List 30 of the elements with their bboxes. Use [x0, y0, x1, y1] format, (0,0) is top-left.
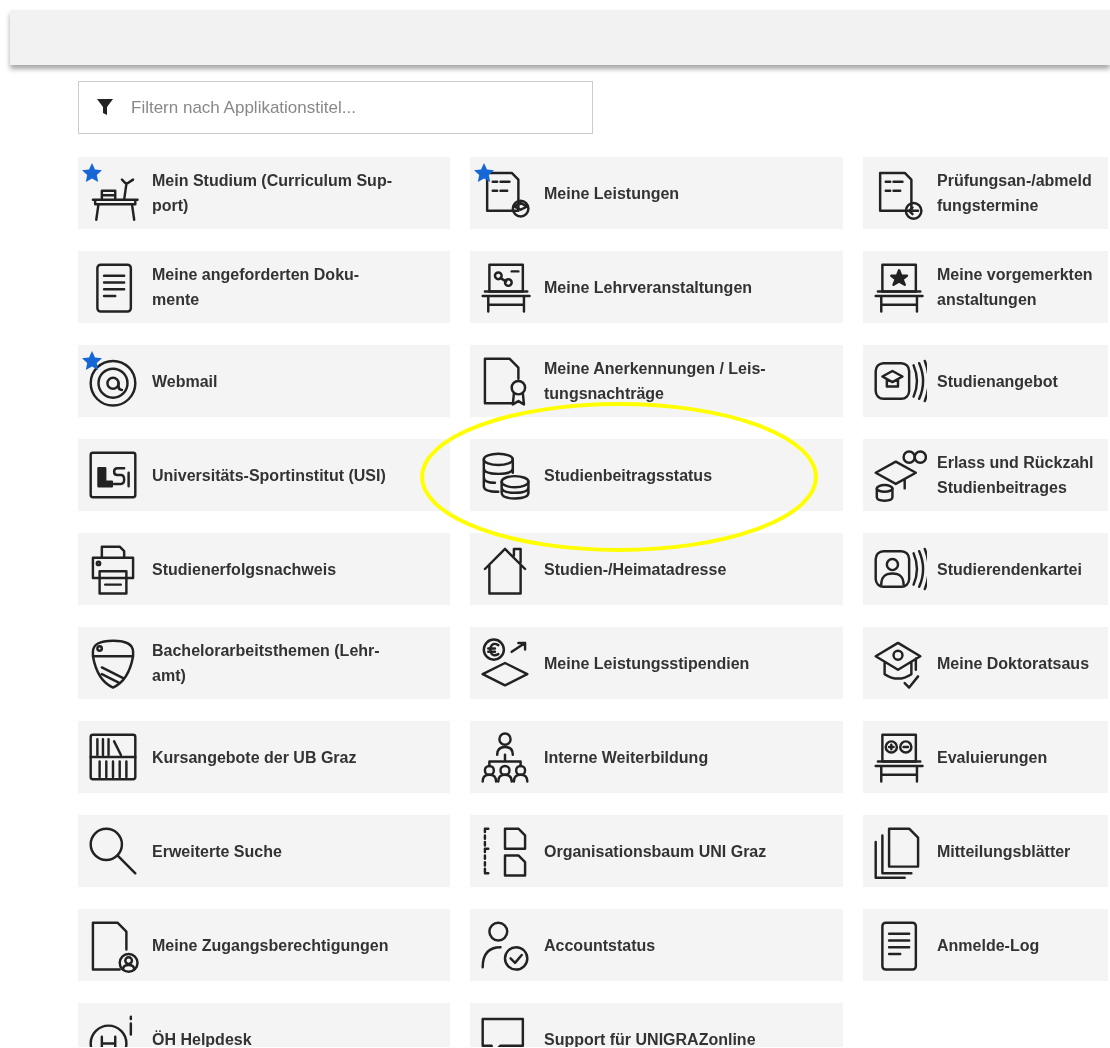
app-tile[interactable]: Erlass und Rückzahl Studienbeitrages: [863, 439, 1108, 511]
app-tile[interactable]: Kursangebote der UB Graz: [78, 721, 450, 793]
app-tile[interactable]: Mein Studium (Curriculum Sup- port): [78, 157, 450, 229]
app-tile[interactable]: Studienangebot: [863, 345, 1108, 417]
app-tile[interactable]: Anmelde-Log: [863, 909, 1108, 981]
app-tile[interactable]: Meine Doktoratsaus: [863, 627, 1108, 699]
app-tile[interactable]: Interne Weiterbildung: [470, 721, 843, 793]
app-tile[interactable]: Universitäts-Sportinstitut (USI): [78, 439, 450, 511]
app-tile[interactable]: Meine Anerkennungen / Leis- tungsnachträge: [470, 345, 843, 417]
app-tile[interactable]: Studien-/Heimatadresse: [470, 533, 843, 605]
app-tile[interactable]: Meine Leistungen: [470, 157, 843, 229]
app-tile[interactable]: ÖH Helpdesk: [78, 1003, 450, 1047]
app-tile[interactable]: Organisationsbaum UNI Graz: [470, 815, 843, 887]
app-tile[interactable]: Bachelorarbeitsthemen (Lehr- amt): [78, 627, 450, 699]
app-tile[interactable]: Meine Lehrveranstaltungen: [470, 251, 843, 323]
app-tile[interactable]: Meine angeforderten Doku- mente: [78, 251, 450, 323]
app-tile[interactable]: Meine Leistungsstipendien: [470, 627, 843, 699]
app-tile[interactable]: Studienbeitragsstatus: [470, 439, 843, 511]
app-tile[interactable]: Studienerfolgsnachweis: [78, 533, 450, 605]
app-tile[interactable]: Accountstatus: [470, 909, 843, 981]
app-tile[interactable]: Meine Zugangsberechtigungen: [78, 909, 450, 981]
app-tile[interactable]: Meine vorgemerkten anstaltungen: [863, 251, 1108, 323]
app-tile[interactable]: Studierendenkartei: [863, 533, 1108, 605]
app-tile[interactable]: Webmail: [78, 345, 450, 417]
app-tile[interactable]: Mitteilungsblätter: [863, 815, 1108, 887]
app-tile[interactable]: Erweiterte Suche: [78, 815, 450, 887]
app-tile[interactable]: Prüfungsan-/abmeld fungstermine: [863, 157, 1108, 229]
filter-field[interactable]: Filtern nach Applikationstitel...: [78, 81, 593, 134]
app-tile[interactable]: Evaluierungen: [863, 721, 1108, 793]
app-tile[interactable]: Support für UNIGRAZonline: [470, 1003, 843, 1047]
